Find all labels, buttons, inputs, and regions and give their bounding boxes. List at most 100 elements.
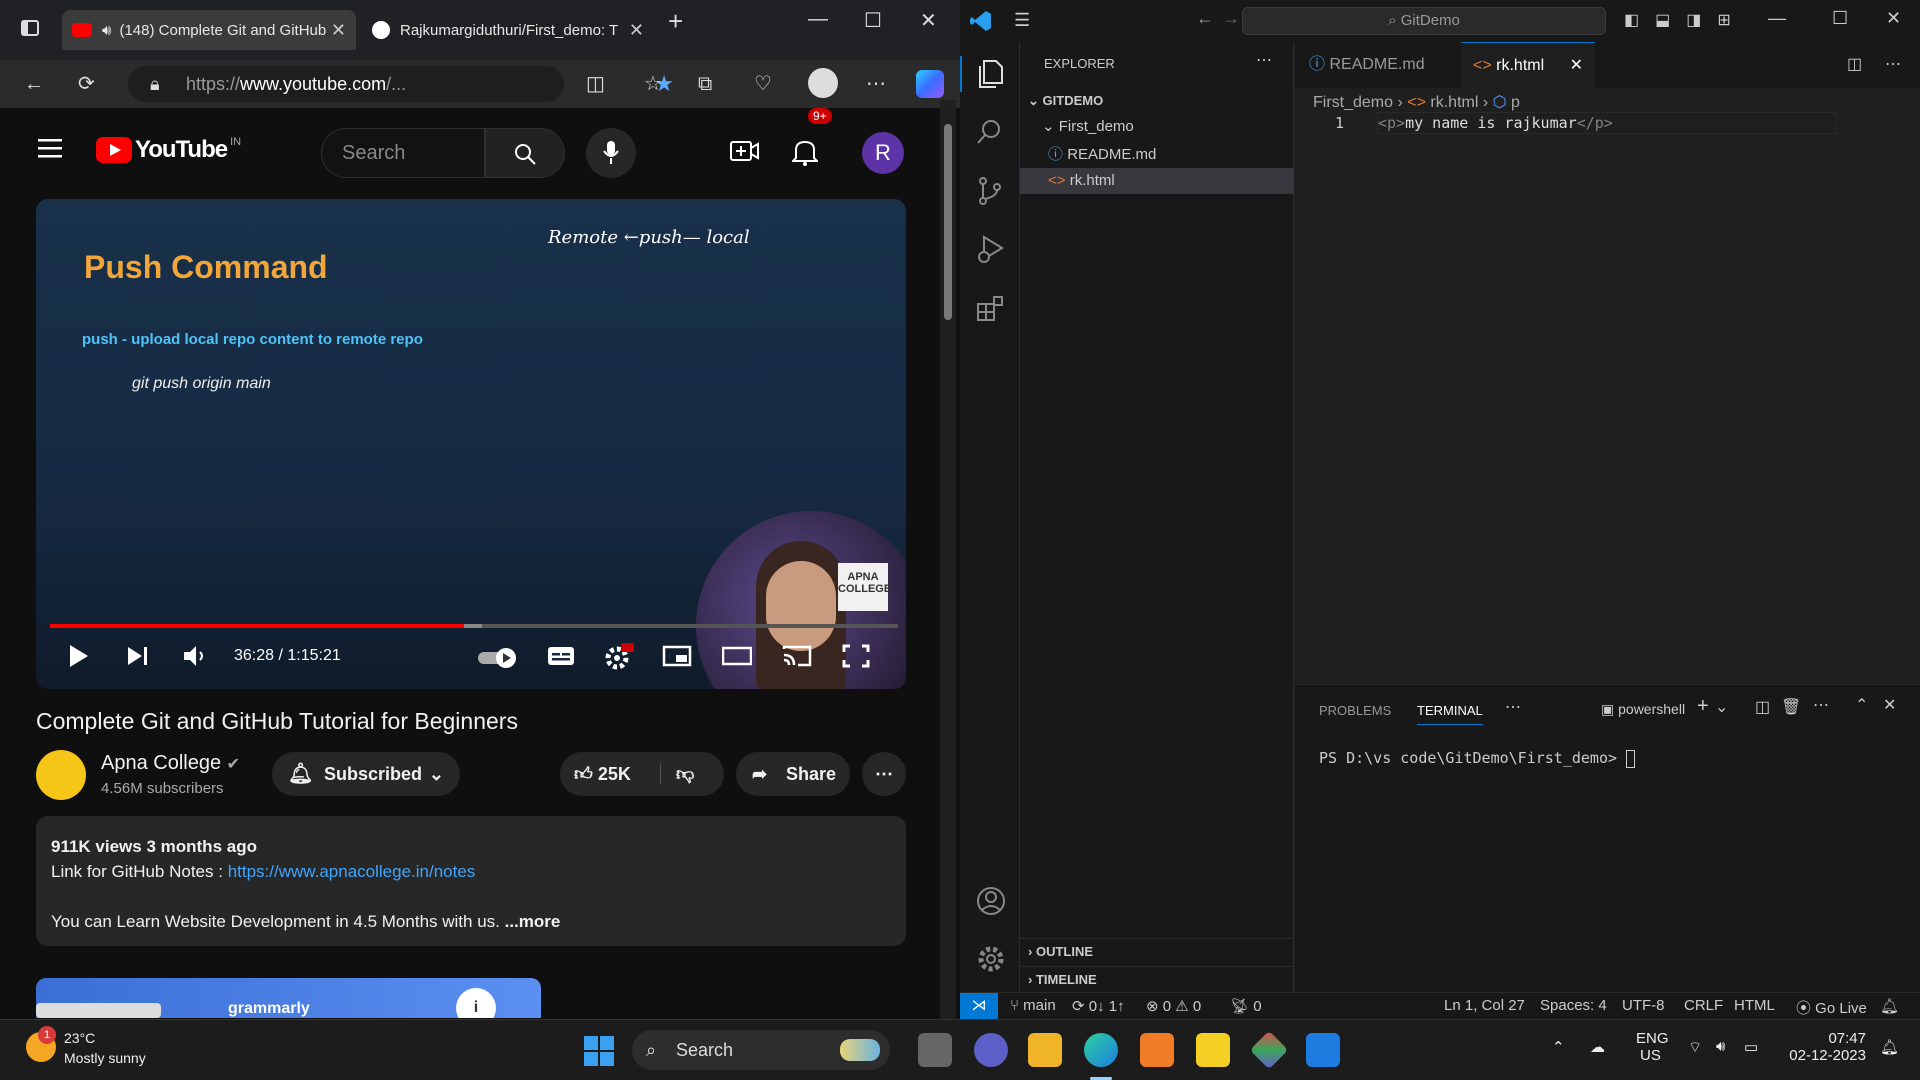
favorites-icon[interactable]: ☆ <box>644 72 662 96</box>
copilot-icon[interactable] <box>916 70 944 104</box>
close-window-button[interactable]: ✕ <box>920 8 937 33</box>
volume-icon[interactable] <box>182 643 208 669</box>
line-ending[interactable]: CRLF <box>1684 997 1723 1014</box>
onedrive-icon[interactable]: ☁︎ <box>1590 1038 1605 1056</box>
battery-icon[interactable]: ▭ <box>1744 1038 1758 1056</box>
split-screen-icon[interactable]: ◫ <box>586 72 605 96</box>
language-mode[interactable]: HTML <box>1734 997 1775 1014</box>
weather-temp[interactable]: 23°C <box>64 1030 95 1046</box>
outline-section[interactable]: › OUTLINE <box>1020 938 1294 964</box>
tab-actions-icon[interactable] <box>20 18 40 38</box>
more-icon[interactable]: ⋯ <box>866 72 886 96</box>
cast-icon[interactable] <box>782 643 812 669</box>
indentation[interactable]: Spaces: 4 <box>1540 997 1607 1014</box>
encoding[interactable]: UTF-8 <box>1622 997 1665 1014</box>
next-button[interactable] <box>126 643 150 669</box>
extensions-icon[interactable] <box>976 294 1006 324</box>
theater-mode-icon[interactable] <box>722 643 752 669</box>
vscode-taskbar-icon[interactable] <box>1306 1033 1340 1067</box>
search-button[interactable] <box>485 128 565 178</box>
close-tab-icon[interactable]: ✕ <box>629 20 644 41</box>
channel-name[interactable]: Apna College ✔ <box>101 752 240 775</box>
minimize-button[interactable]: — <box>1768 8 1786 29</box>
menu-icon[interactable] <box>38 138 64 160</box>
maximize-button[interactable]: ☐ <box>1832 8 1848 29</box>
notifications-bell-icon[interactable]: 🔔︎ <box>1880 997 1899 1015</box>
taskbar-search[interactable]: ⌕ Search <box>632 1030 890 1070</box>
explorer-more-icon[interactable]: ⋯ <box>1256 50 1272 70</box>
new-terminal-icon[interactable]: + <box>1697 695 1709 718</box>
video-description[interactable]: 911K views 3 months ago Link for GitHub … <box>36 816 906 946</box>
like-button[interactable]: 👍︎ 25K <box>574 752 631 796</box>
explorer-icon[interactable] <box>976 58 1004 88</box>
autoplay-toggle[interactable] <box>476 647 520 669</box>
chevron-down-icon[interactable]: ⌄ <box>1715 697 1728 717</box>
file-rk-html[interactable]: <> rk.html <box>1020 168 1294 194</box>
account-avatar[interactable]: R <box>862 132 904 174</box>
more-actions-button[interactable]: ⋯ <box>862 752 906 796</box>
xampp-icon[interactable] <box>1140 1033 1174 1067</box>
maximize-panel-icon[interactable]: ⌃ <box>1855 695 1868 715</box>
page-scrollbar[interactable] <box>940 100 956 1019</box>
git-gui-icon[interactable] <box>1249 1030 1289 1070</box>
terminal-profile[interactable]: ▣ powershell <box>1601 701 1685 718</box>
search-icon[interactable] <box>976 118 1004 146</box>
profile-icon[interactable] <box>808 68 838 104</box>
wifi-icon[interactable]: ⌔ <box>1688 1038 1702 1057</box>
address-bar[interactable]: 🔒︎ https://www.youtube.com/... ★ <box>128 66 674 102</box>
source-control-icon[interactable] <box>976 176 1004 206</box>
terminal-output[interactable]: PS D:\vs code\GitDemo\First_demo> <box>1319 749 1636 768</box>
voice-search-button[interactable] <box>586 128 636 178</box>
more-link[interactable]: ...more <box>505 912 561 931</box>
ports-indicator[interactable]: 📡︎ 0 <box>1230 997 1262 1015</box>
forward-arrow-icon[interactable]: → <box>1222 8 1240 29</box>
refresh-icon[interactable]: ⟳ <box>78 72 95 96</box>
teams-chat-icon[interactable] <box>974 1033 1008 1067</box>
problems-indicator[interactable]: ⊗ 0 ⚠ 0 <box>1146 997 1201 1015</box>
file-explorer-icon[interactable] <box>1028 1033 1062 1067</box>
speaker-icon[interactable]: 🔊︎ <box>102 22 111 39</box>
accounts-icon[interactable] <box>976 886 1006 916</box>
show-hidden-icons[interactable]: ⌃ <box>1552 1038 1565 1056</box>
notes-link[interactable]: https://www.apnacollege.in/notes <box>228 862 476 881</box>
video-progress-bar[interactable] <box>50 624 898 628</box>
folder-first-demo[interactable]: ⌄ First_demo <box>1020 114 1294 140</box>
search-input[interactable]: Search <box>321 128 485 178</box>
split-terminal-icon[interactable]: ◫ <box>1755 697 1770 717</box>
miniplayer-icon[interactable] <box>662 643 692 669</box>
split-editor-icon[interactable]: ◫ <box>1847 42 1862 88</box>
play-button[interactable] <box>66 643 90 669</box>
scrollbar-thumb[interactable] <box>944 124 952 320</box>
youtube-logo[interactable]: YouTube IN <box>96 136 241 164</box>
weather-desc[interactable]: Mostly sunny <box>64 1050 146 1066</box>
tab-rk-html[interactable]: <> rk.html ✕ <box>1461 42 1595 88</box>
share-button[interactable]: ➦ Share <box>736 752 850 796</box>
tab-readme[interactable]: ⓘ README.md <box>1309 42 1459 88</box>
close-panel-icon[interactable]: ✕ <box>1883 695 1896 715</box>
start-button[interactable] <box>584 1036 614 1066</box>
settings-gear-icon[interactable] <box>604 643 634 671</box>
back-arrow-icon[interactable]: ← <box>24 72 44 96</box>
branch-indicator[interactable]: ⑂ main <box>1010 997 1056 1014</box>
layout-controls[interactable]: ◧⬓◨⊞ <box>1624 10 1747 30</box>
info-icon[interactable]: i <box>456 988 496 1018</box>
remote-indicator-icon[interactable]: ⋊ <box>960 993 998 1020</box>
edge-icon[interactable] <box>1084 1033 1118 1067</box>
browser-essentials-icon[interactable]: ♡ <box>754 72 772 96</box>
back-arrow-icon[interactable]: ← <box>1196 8 1214 29</box>
task-view-icon[interactable] <box>918 1033 952 1067</box>
workspace-root[interactable]: ⌄ GITDEMO <box>1020 88 1294 114</box>
tab-terminal[interactable]: TERMINAL <box>1417 703 1483 725</box>
menu-icon[interactable]: ☰ <box>1014 10 1030 31</box>
command-center[interactable]: ⌕ GitDemo <box>1242 7 1606 35</box>
video-player[interactable]: Push Command Remote ←push— local push - … <box>36 199 906 689</box>
tab-youtube[interactable]: 🔊︎ (148) Complete Git and GitHub ✕ <box>62 10 356 50</box>
subscribed-button[interactable]: 🔔︎ Subscribed ⌄ <box>272 752 460 796</box>
create-video-icon[interactable] <box>730 140 760 162</box>
volume-icon[interactable]: 🔊︎ <box>1716 1038 1725 1055</box>
timeline-section[interactable]: › TIMELINE <box>1020 966 1294 992</box>
grammarly-ad[interactable]: grammarly i <box>36 978 541 1018</box>
breadcrumb-file[interactable]: rk.html <box>1430 94 1478 111</box>
collections-icon[interactable]: ⧉ <box>698 72 712 96</box>
tab-github[interactable]: Rajkumargiduthuri/First_demo: T ✕ <box>364 10 654 50</box>
